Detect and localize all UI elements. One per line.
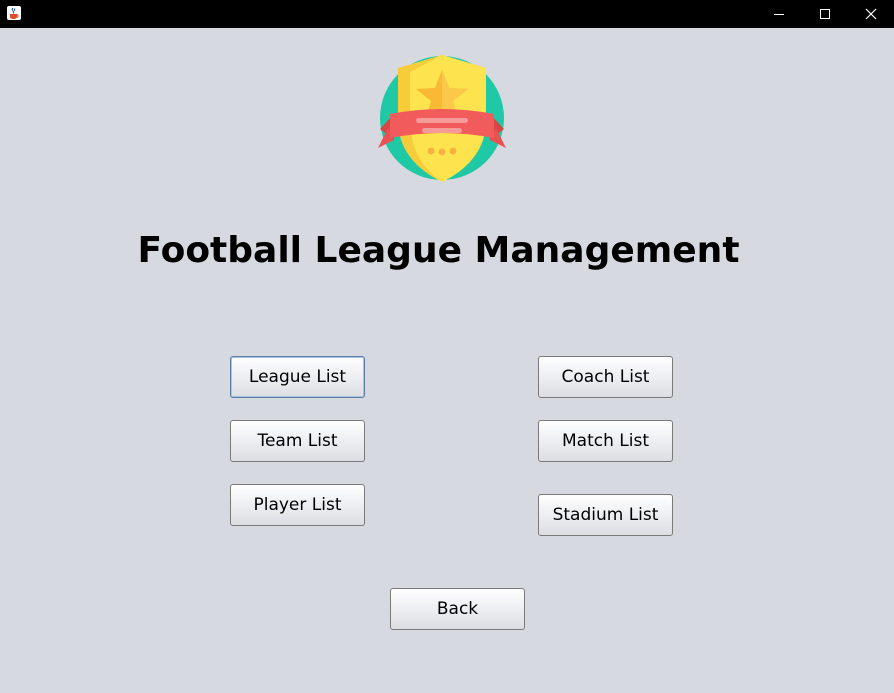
maximize-icon [820,9,830,19]
java-cup-icon [7,6,21,20]
minimize-button[interactable] [756,0,802,28]
stadium-list-button[interactable]: Stadium List [538,494,673,536]
coach-list-button[interactable]: Coach List [538,356,673,398]
page-title: Football League Management [137,230,740,271]
team-list-button[interactable]: Team List [230,420,365,462]
title-bar[interactable] [0,0,894,28]
main-window: Football League Management League List T… [0,0,894,693]
minimize-icon [774,14,784,15]
close-icon [865,8,877,20]
shield-star-badge-icon [378,55,506,182]
match-list-button[interactable]: Match List [538,420,673,462]
league-list-button[interactable]: League List [230,356,365,398]
back-button[interactable]: Back [390,588,525,630]
player-list-button[interactable]: Player List [230,484,365,526]
close-button[interactable] [848,0,894,28]
maximize-button[interactable] [802,0,848,28]
